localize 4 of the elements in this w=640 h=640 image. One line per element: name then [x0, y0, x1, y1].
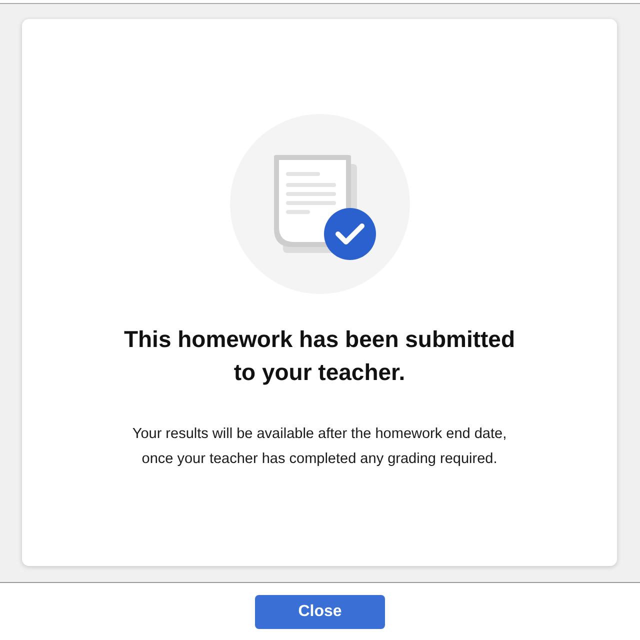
- dialog-message: Your results will be available after the homework end date, once your teacher has completed any grading required.: [132, 425, 507, 469]
- check-icon: [324, 208, 376, 260]
- close-button[interactable]: Close: [255, 594, 385, 628]
- dialog-title: This homework has been submitted to your teacher.: [124, 325, 516, 387]
